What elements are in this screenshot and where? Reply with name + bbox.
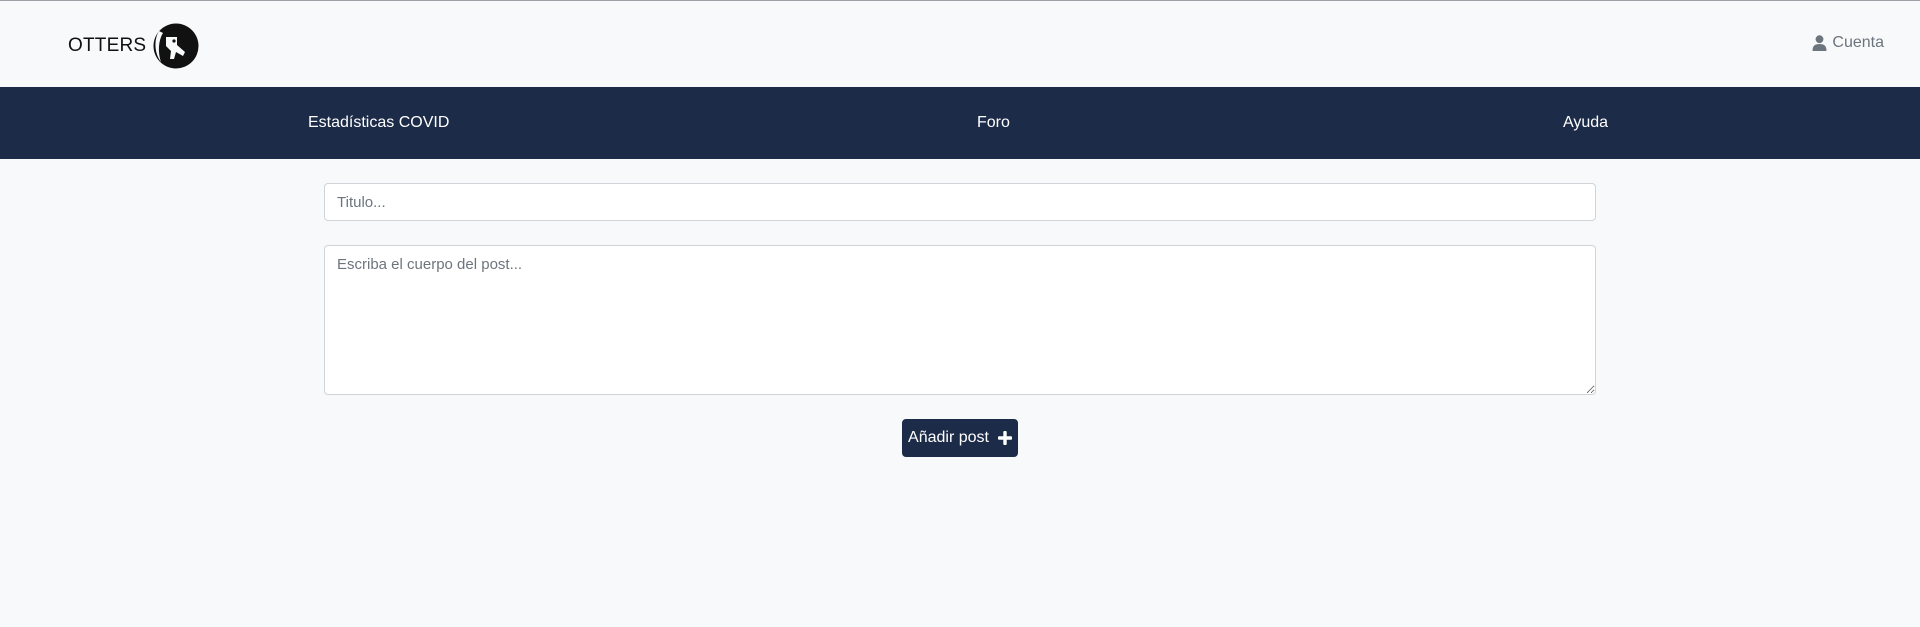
nav-item-forum[interactable]: Foro <box>977 114 1010 132</box>
post-title-input[interactable] <box>324 183 1596 221</box>
user-icon <box>1812 35 1827 51</box>
account-link[interactable]: Cuenta <box>1812 34 1884 52</box>
account-label: Cuenta <box>1832 34 1884 51</box>
nav-item-covid-stats[interactable]: Estadísticas COVID <box>308 114 449 132</box>
post-body-textarea[interactable] <box>324 245 1596 395</box>
main-navbar: Estadísticas COVID Foro Ayuda <box>0 87 1920 159</box>
brand[interactable]: OTTERS <box>68 21 200 71</box>
add-post-label: Añadir post <box>908 429 989 446</box>
nav-item-help[interactable]: Ayuda <box>1563 114 1608 132</box>
add-post-button[interactable]: Añadir post <box>902 419 1018 457</box>
otter-logo-icon <box>153 23 199 69</box>
header: OTTERS Cuenta <box>0 1 1920 87</box>
brand-name: OTTERS <box>68 35 147 56</box>
plus-icon <box>997 431 1012 445</box>
